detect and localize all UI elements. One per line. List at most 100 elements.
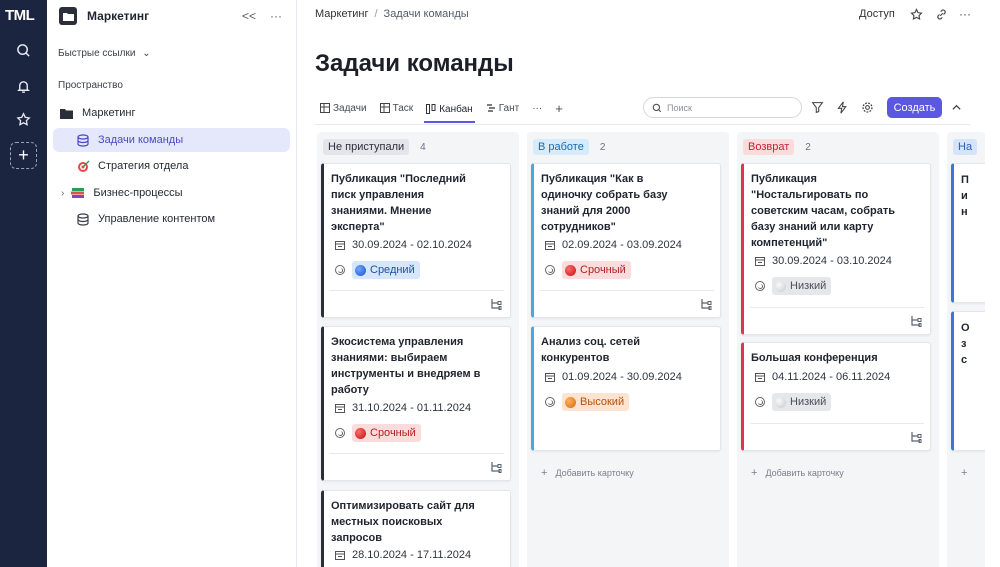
card-date-range: 30.09.2024 - 02.10.2024 (352, 239, 472, 251)
search-icon[interactable] (13, 40, 33, 60)
subtasks-icon[interactable] (490, 461, 502, 473)
column-count: 2 (599, 141, 606, 153)
bell-icon[interactable] (13, 76, 33, 96)
priority-toggle-icon[interactable] (545, 397, 555, 407)
quick-links-toggle[interactable]: Быстрые ссылки ⌄ (58, 48, 151, 59)
create-button[interactable]: Создать (887, 97, 942, 118)
sidebar-item-content-management[interactable]: Управление контентом (53, 207, 290, 231)
add-view-button[interactable]: + (553, 97, 565, 119)
red-circle-icon (565, 264, 576, 276)
add-card-button[interactable]: + Добавить карточку (541, 467, 634, 479)
priority-badge[interactable]: Низкий (772, 277, 832, 295)
gear-icon[interactable] (859, 99, 875, 115)
column-header: В работе 2 (533, 138, 605, 156)
sidebar-item-strategy[interactable]: Стратегия отдела (53, 154, 290, 178)
priority-label: Средний (370, 264, 415, 276)
kanban-column-returned: Возврат 2 Публикация "Ностальгировать по… (737, 132, 939, 567)
chevron-up-icon[interactable] (948, 99, 964, 115)
kanban-card[interactable]: Публикация "Как в одиночку собрать базу … (531, 163, 721, 318)
card-title: Оптимизировать сайт для местных поисковы… (331, 500, 475, 544)
add-space-button[interactable]: + (10, 142, 37, 169)
tab-tasks[interactable]: Задачи (318, 97, 369, 119)
card-title-line: с (961, 354, 968, 366)
priority-toggle-icon[interactable] (335, 428, 345, 438)
priority-badge[interactable]: Срочный (352, 424, 421, 442)
priority-toggle-icon[interactable] (335, 265, 345, 275)
column-count: 4 (420, 141, 426, 153)
card-date-range: 30.09.2024 - 03.10.2024 (772, 255, 892, 267)
kanban-card[interactable]: Большая конференция 04.11.2024 - 06.11.2… (741, 342, 931, 451)
breadcrumb-root[interactable]: Маркетинг (315, 8, 368, 20)
sidebar-item-business-processes[interactable]: › Бизнес-процессы (53, 181, 290, 205)
kanban-card[interactable]: О з с (951, 311, 985, 451)
card-divider (750, 307, 924, 308)
add-card-button[interactable]: + Добавить карточку (751, 467, 844, 479)
priority-badge[interactable]: Срочный (562, 261, 631, 279)
kanban-card[interactable]: Оптимизировать сайт для местных поисковы… (321, 490, 511, 567)
priority-badge[interactable]: Низкий (772, 393, 832, 411)
card-dates: 02.09.2024 - 03.09.2024 (545, 239, 682, 251)
page-edge (985, 0, 1000, 567)
database-icon (75, 132, 91, 148)
favorite-star-icon[interactable] (908, 6, 924, 22)
subtasks-icon[interactable] (490, 298, 502, 310)
kanban-card[interactable]: Экосистема управления знаниями: выбираем… (321, 326, 511, 481)
sidebar-more-button[interactable]: ··· (270, 9, 282, 23)
sidebar-item-marketing[interactable]: Маркетинг (53, 101, 290, 125)
kanban-card[interactable]: П и н (951, 163, 985, 303)
tabs-more-button[interactable]: ··· (530, 97, 544, 119)
card-priority: Срочный (335, 424, 421, 442)
gantt-icon (486, 104, 495, 112)
more-options-icon[interactable]: ··· (957, 6, 973, 22)
add-card-button[interactable]: + (961, 467, 975, 479)
kanban-card[interactable]: Анализ соц. сетей конкурентов 01.09.2024… (531, 326, 721, 451)
collapse-sidebar-button[interactable]: << (242, 9, 256, 23)
card-title: Экосистема управления знаниями: выбираем… (331, 336, 481, 396)
priority-badge[interactable]: Высокий (562, 393, 630, 411)
tab-kanban[interactable]: Канбан (424, 97, 475, 123)
calendar-icon (335, 404, 345, 413)
star-icon[interactable] (13, 109, 33, 129)
calendar-icon (335, 241, 345, 250)
subtasks-icon[interactable] (910, 431, 922, 443)
status-badge[interactable]: В работе (533, 139, 589, 155)
status-badge[interactable]: Не приступали (323, 139, 410, 155)
status-badge[interactable]: Возврат (743, 139, 795, 155)
priority-toggle-icon[interactable] (545, 265, 555, 275)
subtasks-icon[interactable] (700, 298, 712, 310)
card-dates: 30.09.2024 - 03.10.2024 (755, 255, 892, 267)
sidebar-item-label: Бизнес-процессы (93, 187, 183, 199)
quick-links-label: Быстрые ссылки (58, 48, 136, 59)
lightning-icon[interactable] (834, 99, 850, 115)
kanban-icon (426, 104, 436, 114)
card-dates: 28.10.2024 - 17.11.2024 (335, 549, 471, 561)
blue-circle-icon (355, 264, 366, 276)
access-button[interactable]: Доступ (859, 8, 895, 20)
link-icon[interactable] (933, 6, 949, 22)
sidebar-item-team-tasks[interactable]: Задачи команды (53, 128, 290, 152)
tab-task[interactable]: Таск (378, 97, 416, 119)
sidebar: Маркетинг << ··· Быстрые ссылки ⌄ Простр… (47, 0, 297, 567)
priority-label: Срочный (370, 427, 416, 439)
tab-label: ··· (532, 102, 543, 114)
kanban-card[interactable]: Публикация "Последний писк управления зн… (321, 163, 511, 318)
filter-icon[interactable] (809, 99, 825, 115)
priority-toggle-icon[interactable] (755, 281, 765, 291)
calendar-icon (755, 373, 765, 382)
chevron-right-icon[interactable]: › (61, 188, 64, 199)
app-logo[interactable]: TML (5, 7, 35, 24)
search-input[interactable] (667, 102, 797, 113)
plus-icon: + (961, 467, 968, 479)
status-badge[interactable]: На (953, 139, 978, 155)
subtasks-icon[interactable] (910, 315, 922, 327)
calendar-icon (545, 241, 555, 250)
tab-gantt[interactable]: Гант (484, 97, 522, 119)
kanban-column-in-progress: В работе 2 Публикация "Как в одиночку со… (527, 132, 729, 567)
search-field[interactable] (643, 97, 802, 118)
priority-badge[interactable]: Средний (352, 261, 420, 279)
card-title: Большая конференция (751, 352, 878, 364)
kanban-card[interactable]: Публикация "Ностальгировать по советским… (741, 163, 931, 335)
breadcrumb-current[interactable]: Задачи команды (384, 8, 469, 20)
priority-toggle-icon[interactable] (755, 397, 765, 407)
card-date-range: 04.11.2024 - 06.11.2024 (772, 371, 891, 383)
